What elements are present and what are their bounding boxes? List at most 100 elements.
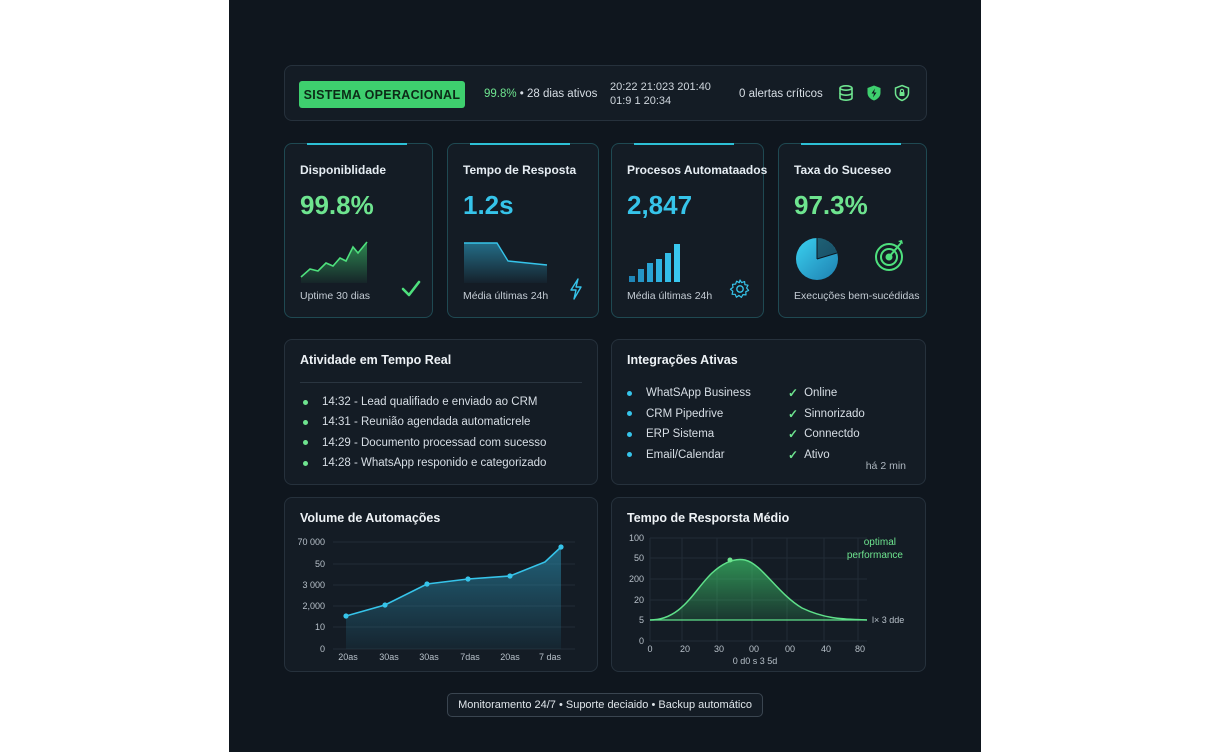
automation-volume-chart: Volume de Automações 70 000 50 3 000 2,0… (284, 497, 598, 672)
critical-alerts: 0 alertas críticos (739, 88, 823, 100)
x-tick: 00 (785, 644, 795, 654)
status-text: Connectdo (804, 428, 860, 441)
y-tick: 0 (320, 644, 325, 654)
kpi-value: 1.2s (463, 190, 514, 220)
clock-line-2: 01:9 1 20:34 (610, 95, 672, 107)
integration-item[interactable]: CRM Pipedrive (627, 404, 751, 425)
x-tick: 30 (714, 644, 724, 654)
integration-item[interactable]: ERP Sistema (627, 424, 751, 445)
kpi-value: 2,847 (627, 190, 693, 220)
checkmark-icon: ✓ (788, 427, 799, 442)
kpi-value: 99.8% (300, 190, 374, 220)
realtime-activity-panel: Atividade em Tempo Real 14:32 - Lead qua… (284, 339, 598, 485)
shield-lock-icon[interactable] (893, 84, 911, 102)
x-tick: 20 (680, 644, 690, 654)
status-dot (627, 390, 632, 396)
status-text: Ativo (804, 448, 830, 461)
uptime-value: 99.8% (484, 88, 517, 100)
activity-text: 14:31 - Reunião agendada automaticrele (322, 416, 531, 429)
baseline-label: l× 3 dde (872, 615, 904, 625)
y-tick: 100 (629, 533, 644, 543)
x-tick: 30as (419, 652, 439, 662)
x-tick: 7 das (539, 652, 562, 662)
status-dot (303, 419, 308, 425)
response-sparkline (464, 242, 548, 283)
checkmark-icon (401, 280, 421, 297)
y-tick: 0 (639, 636, 644, 646)
y-tick: 2,000 (302, 601, 325, 611)
card-accent-line (634, 143, 734, 145)
kpi-caption: Média últimas 24h (463, 290, 549, 302)
kpi-value: 97.3% (794, 190, 868, 220)
panel-title: Integrações Ativas (627, 353, 738, 367)
kpi-card-response-time[interactable]: Tempo de Resposta 1.2s Média últimas 24h (447, 143, 599, 318)
integration-statuses: ✓ Online ✓ Sinnorizado ✓ Connectdo ✓ Ativo (788, 383, 865, 465)
status-text: Online (804, 387, 838, 400)
integration-name: CRM Pipedrive (646, 407, 724, 420)
last-updated: há 2 min (865, 460, 906, 472)
response-time-chart: Tempo de Resporsta Médio 100 50 200 20 5… (611, 497, 926, 672)
checkmark-icon: ✓ (788, 406, 799, 421)
x-tick: 00 (749, 644, 759, 654)
status-dot (303, 399, 308, 405)
x-tick: 7das (460, 652, 480, 662)
card-accent-line (307, 143, 407, 145)
x-axis-label: 0 d0 s 3 5d (733, 656, 778, 666)
clock-line-1: 20:22 21:023 201:40 (610, 81, 711, 93)
uptime-sparkline (300, 241, 368, 283)
y-tick: 50 (315, 559, 325, 569)
dashboard-canvas: SISTEMA OPERACIONAL 99.8% • 28 dias ativ… (229, 0, 981, 752)
list-item[interactable]: 14:29 - Documento processad com sucesso (303, 433, 546, 453)
status-dot (303, 440, 308, 446)
y-tick: 20 (634, 595, 644, 605)
list-item[interactable]: 14:32 - Lead qualifiado e enviado ao CRM (303, 392, 546, 412)
kpi-title: Taxa do Suceseo (794, 163, 892, 177)
status-dot (627, 411, 632, 417)
kpi-title: Tempo de Resposta (463, 163, 577, 177)
clock-readout: 20:22 21:023 201:40 01:9 1 20:34 (610, 80, 711, 108)
x-tick: 30as (379, 652, 399, 662)
kpi-caption: Uptime 30 dias (300, 290, 371, 302)
integration-name: Email/Calendar (646, 448, 725, 461)
y-tick: 5 (639, 615, 644, 625)
y-tick: 70 000 (297, 537, 325, 547)
integration-names: WhatSApp Business CRM Pipedrive ERP Sist… (627, 383, 751, 465)
x-tick: 40 (821, 644, 831, 654)
y-tick: 50 (634, 553, 644, 563)
card-accent-line (801, 143, 901, 145)
integration-item[interactable]: WhatSApp Business (627, 383, 751, 404)
status-dot (627, 431, 632, 437)
success-pie-chart (796, 238, 838, 280)
status-bar: SISTEMA OPERACIONAL 99.8% • 28 dias ativ… (284, 65, 927, 121)
integration-status: ✓ Connectdo (788, 424, 865, 445)
integration-name: ERP Sistema (646, 428, 715, 441)
kpi-caption: Execuções bem-sucédidas (794, 290, 920, 302)
active-integrations-panel: Integrações Ativas WhatSApp Business CRM… (611, 339, 926, 485)
database-icon[interactable] (837, 84, 855, 102)
status-text: Sinnorizado (804, 407, 865, 420)
kpi-title: Procesos Automataados (627, 163, 768, 177)
integration-status: ✓ Online (788, 383, 865, 404)
card-accent-line (470, 143, 570, 145)
list-item[interactable]: 14:31 - Reunião agendada automaticrele (303, 412, 546, 432)
system-status-badge: SISTEMA OPERACIONAL (299, 81, 465, 108)
panel-title: Atividade em Tempo Real (300, 353, 452, 367)
kpi-card-availability[interactable]: Disponiblidade 99.8% Uptime 30 dias (284, 143, 433, 318)
x-tick: 80 (855, 644, 865, 654)
volume-chart-svg: 70 000 50 3 000 2,000 10 0 20as 30as 30a… (297, 537, 575, 662)
list-item[interactable]: 14:28 - WhatsApp responido e categorizad… (303, 453, 546, 473)
kpi-caption: Média últimas 24h (627, 290, 713, 302)
status-dot (627, 452, 632, 458)
integration-name: WhatSApp Business (646, 387, 751, 400)
y-tick: 3 000 (302, 580, 325, 590)
checkmark-icon: ✓ (788, 447, 799, 462)
footer-badge: Monitoramento 24/7 • Suporte deciaido • … (447, 693, 763, 717)
integration-status: ✓ Sinnorizado (788, 404, 865, 425)
kpi-card-success-rate[interactable]: Taxa do Suceseo 97.3% Execuções bem-sucé… (778, 143, 927, 318)
shield-bolt-icon[interactable] (865, 84, 883, 102)
integration-item[interactable]: Email/Calendar (627, 445, 751, 466)
x-tick: 20as (500, 652, 520, 662)
annotation-line-1: optimal (864, 537, 896, 548)
divider (300, 382, 582, 383)
kpi-card-automated-processes[interactable]: Procesos Automataados 2,847 Média última… (611, 143, 768, 318)
